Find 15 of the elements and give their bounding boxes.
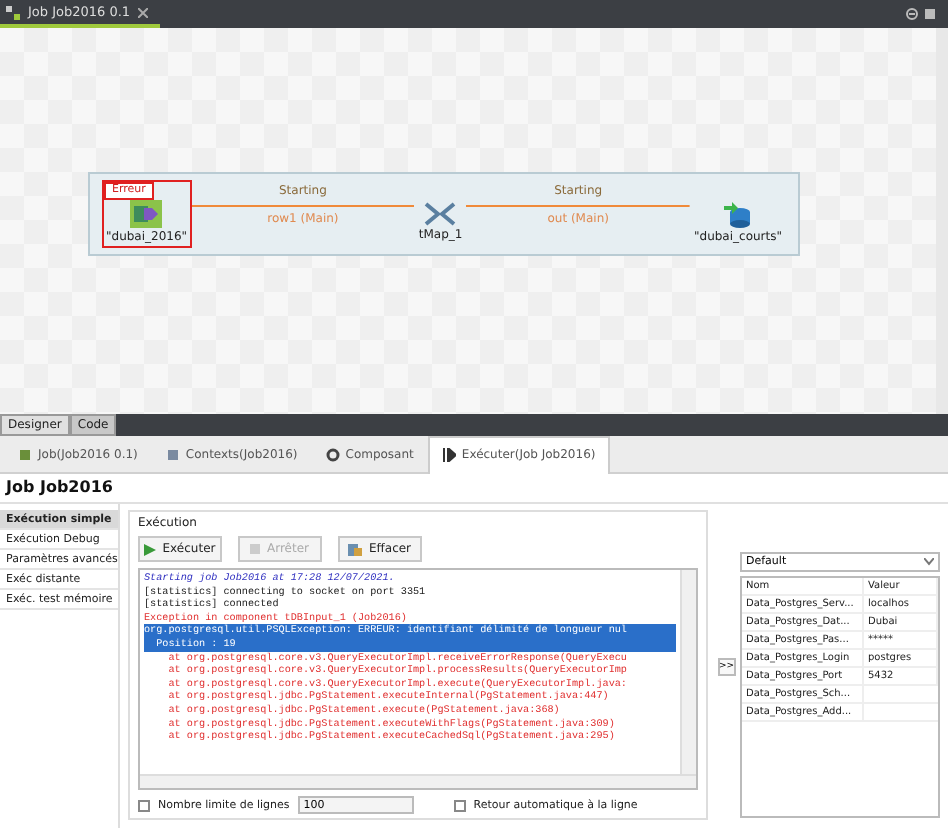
panel-title: Job Job2016 [0,474,948,502]
scrollbar[interactable] [140,774,696,788]
maximize-icon[interactable] [924,8,936,20]
database-output-icon [724,200,752,228]
chevron-down-icon [924,558,934,566]
run-icon [441,448,456,463]
stop-icon [250,544,261,554]
map-icon [424,202,457,226]
checkbox[interactable] [138,799,150,811]
database-input-icon [130,200,163,228]
minimize-icon[interactable] [906,8,918,20]
play-icon [144,543,157,555]
scrollbar[interactable] [680,570,696,774]
checkbox[interactable] [453,799,466,811]
close-icon[interactable] [138,7,149,17]
